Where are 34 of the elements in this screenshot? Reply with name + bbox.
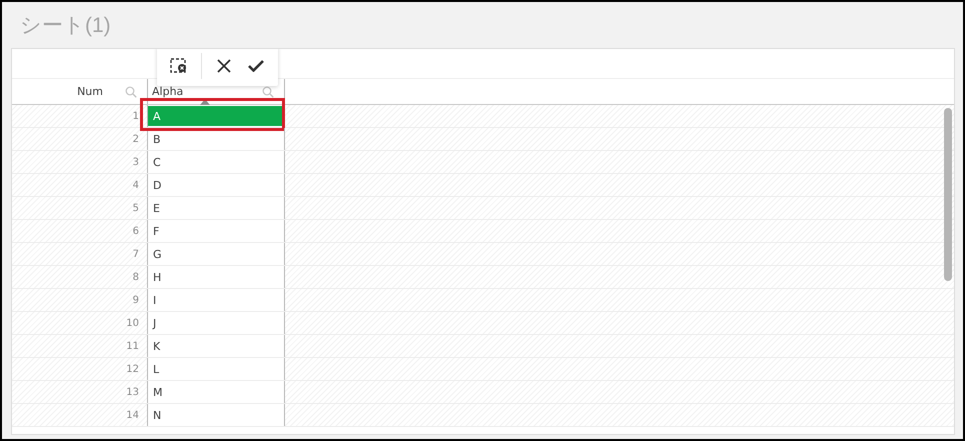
list-cell[interactable]: J bbox=[148, 313, 284, 333]
list-cell[interactable]: N bbox=[148, 405, 284, 425]
table-cell: 11 bbox=[12, 335, 148, 357]
list-cell[interactable]: L bbox=[148, 359, 284, 379]
clear-selection-icon bbox=[170, 58, 188, 74]
list-cell[interactable]: E bbox=[148, 198, 284, 218]
list-cell[interactable]: G bbox=[148, 244, 284, 264]
table-cell: 4 bbox=[12, 174, 148, 196]
list-cell[interactable]: K bbox=[148, 336, 284, 356]
table-cell: 13 bbox=[12, 381, 148, 403]
table-cell: 14 bbox=[12, 404, 148, 426]
column-header[interactable]: Num bbox=[77, 85, 103, 98]
list-cell[interactable]: C bbox=[148, 152, 284, 172]
table-cell: 12 bbox=[12, 358, 148, 380]
table-cell: 6 bbox=[12, 220, 148, 242]
table-cell: 10 bbox=[12, 312, 148, 334]
list-cell[interactable]: I bbox=[148, 290, 284, 310]
close-icon bbox=[217, 59, 231, 73]
list-cell[interactable]: D bbox=[148, 175, 284, 195]
list-cell[interactable]: M bbox=[148, 382, 284, 402]
table-cell: 2 bbox=[12, 128, 148, 150]
table-cell: 1 bbox=[12, 105, 148, 127]
column-header[interactable]: Alpha bbox=[152, 85, 184, 98]
list-cell[interactable]: F bbox=[148, 221, 284, 241]
table-cell: 8 bbox=[12, 266, 148, 288]
table-cell: 5 bbox=[12, 197, 148, 219]
list-cell[interactable]: H bbox=[148, 267, 284, 287]
list-cell[interactable]: B bbox=[148, 129, 284, 149]
table-cell: 3 bbox=[12, 151, 148, 173]
checkmark-icon bbox=[248, 60, 264, 72]
scrollbar[interactable] bbox=[944, 108, 952, 281]
sheet-title: シート(1) bbox=[19, 13, 112, 39]
table-cell: 9 bbox=[12, 289, 148, 311]
table-cell: 7 bbox=[12, 243, 148, 265]
